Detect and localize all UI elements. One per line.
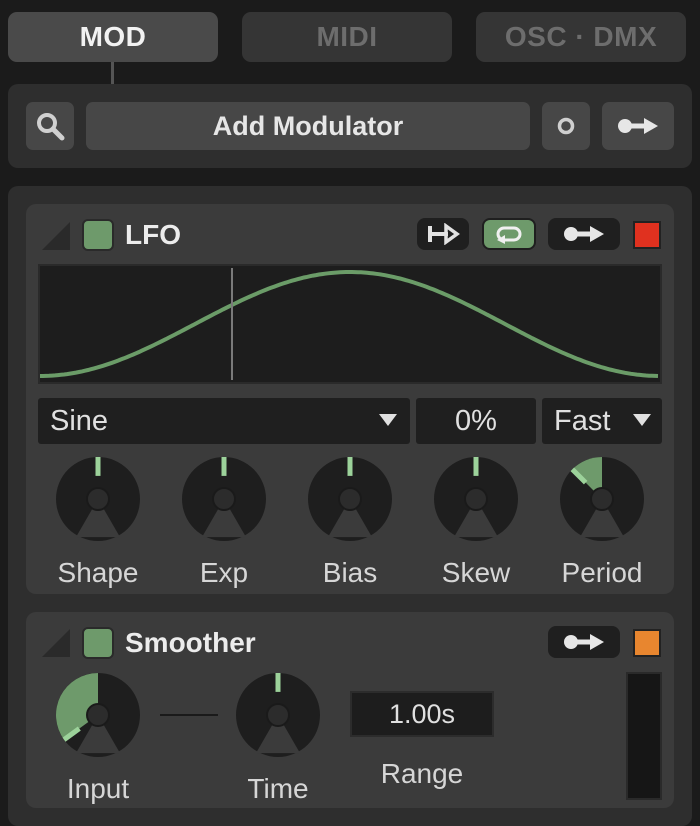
lfo-bias-knob[interactable] [304, 453, 396, 550]
lfo-shape-knob[interactable] [52, 453, 144, 550]
phase-field[interactable]: 0% [416, 398, 536, 444]
smoother-title: Smoother [125, 627, 256, 658]
lfo-color-swatch[interactable] [633, 221, 661, 249]
add-modulator-label: Add Modulator [212, 110, 404, 141]
trigger-arrow-icon [428, 223, 460, 245]
lfo-trigger-button[interactable] [417, 218, 469, 250]
lfo-waveform-display [38, 264, 662, 384]
tab-mod[interactable]: MOD [8, 12, 218, 62]
smoother-input-knob[interactable] [52, 669, 144, 766]
collapse-triangle-icon[interactable] [40, 220, 72, 252]
search-icon [37, 113, 65, 141]
speed-select-value: Fast [554, 404, 611, 437]
smoother-input-label: Input [66, 773, 130, 804]
lfo-period-knob[interactable] [556, 453, 648, 550]
smoother-output-meter [626, 672, 662, 800]
tab-midi[interactable]: MIDI [242, 12, 452, 62]
lfo-loop-button[interactable] [482, 218, 536, 250]
smoother-enable-checkbox[interactable] [82, 627, 114, 659]
lfo-skew-label: Skew [441, 557, 511, 588]
waveform-select[interactable]: Sine [38, 398, 410, 444]
phase-value: 0% [455, 404, 497, 437]
speed-select[interactable]: Fast [542, 398, 662, 444]
smoother-map-button[interactable] [548, 626, 620, 658]
lfo-skew-knob[interactable] [430, 453, 522, 550]
smoother-time-knob[interactable] [232, 669, 324, 766]
search-button[interactable] [26, 102, 74, 150]
collapse-triangle-icon[interactable] [40, 627, 72, 659]
input-time-link-line [160, 714, 218, 716]
mapping-arrow-icon [564, 634, 604, 650]
tab-mod-label: MOD [79, 21, 147, 52]
tab-osc-dmx[interactable]: OSC · DMX [476, 12, 686, 62]
lfo-map-button[interactable] [548, 218, 620, 250]
lfo-title: LFO [125, 219, 181, 250]
smoother-color-swatch[interactable] [633, 629, 661, 657]
loop-icon [496, 226, 522, 244]
tab-osc-dmx-label: OSC · DMX [504, 21, 658, 52]
record-button[interactable] [542, 102, 590, 150]
mapping-arrow-icon [618, 118, 658, 134]
lfo-shape-label: Shape [57, 557, 139, 588]
lfo-bias-label: Bias [322, 557, 378, 588]
lfo-exp-knob[interactable] [178, 453, 270, 550]
tab-midi-label: MIDI [316, 21, 378, 52]
lfo-exp-label: Exp [199, 557, 249, 588]
range-label: Range [380, 758, 464, 789]
chevron-down-icon [633, 414, 651, 426]
mapping-arrow-icon [564, 226, 604, 242]
range-value-field[interactable]: 1.00s [350, 691, 494, 737]
record-icon [557, 117, 575, 135]
tab-connector [111, 62, 114, 84]
waveform-select-value: Sine [50, 404, 109, 437]
chevron-down-icon [379, 414, 397, 426]
map-button[interactable] [602, 102, 674, 150]
range-value: 1.00s [388, 698, 456, 729]
smoother-time-label: Time [247, 773, 309, 804]
lfo-enable-checkbox[interactable] [82, 219, 114, 251]
add-modulator-button[interactable]: Add Modulator [86, 102, 530, 150]
lfo-period-label: Period [561, 557, 643, 588]
